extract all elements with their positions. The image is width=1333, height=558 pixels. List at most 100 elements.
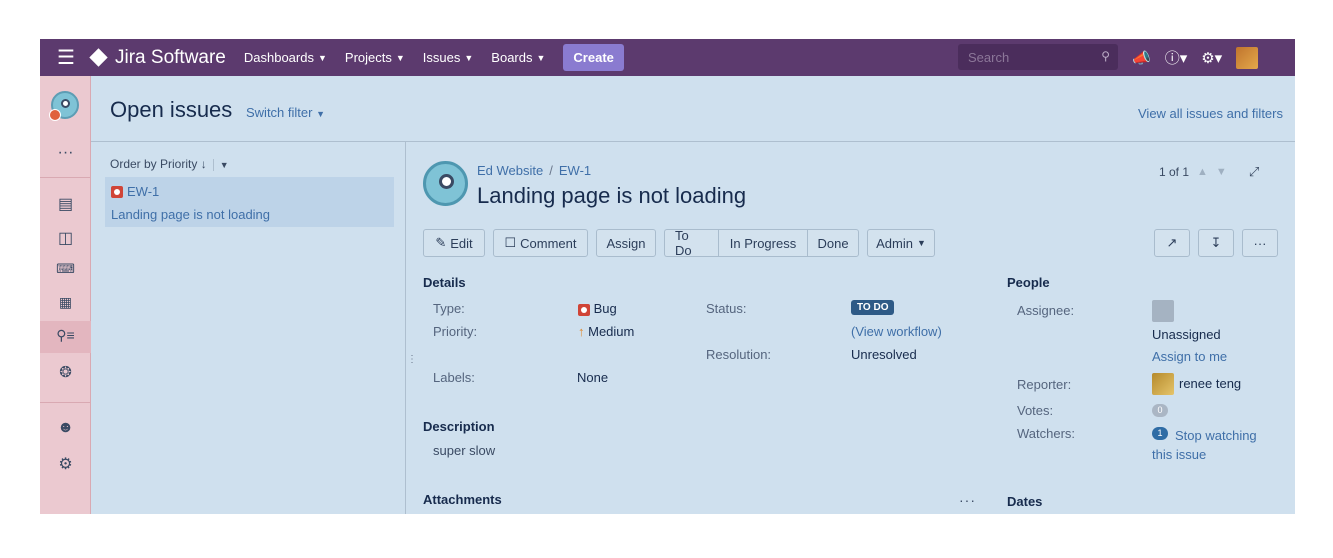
resolution-value: Unresolved bbox=[851, 347, 917, 362]
chevron-down-icon: ▼ bbox=[395, 52, 405, 63]
user-avatar[interactable] bbox=[1236, 46, 1259, 69]
jira-diamond-icon bbox=[89, 48, 108, 67]
project-avatar[interactable] bbox=[49, 91, 79, 121]
drag-handle-icon[interactable]: ⋮ bbox=[407, 354, 417, 365]
admin-dropdown[interactable]: Admin ▼ bbox=[867, 229, 935, 257]
share-icon[interactable]: ↗ bbox=[1154, 229, 1190, 257]
issue-title: Landing page is not loading bbox=[477, 183, 747, 208]
search-placeholder: Search bbox=[968, 50, 1010, 65]
more-actions-icon[interactable]: ··· bbox=[1242, 229, 1278, 257]
project-settings-gear-icon[interactable]: ⚙ bbox=[40, 454, 91, 474]
reporter-label: Reporter: bbox=[1017, 377, 1072, 392]
order-by-control[interactable]: Order by Priority ↓ ▼ bbox=[110, 157, 229, 171]
help-icon[interactable]: ⓘ▾ bbox=[1165, 47, 1188, 68]
board-icon[interactable]: ◫ bbox=[40, 228, 91, 248]
issue-pager: 1 of 1 ▲ ▼ ⤢ bbox=[1159, 164, 1259, 180]
reports-icon[interactable]: ▦ bbox=[40, 294, 91, 311]
breadcrumb-separator: / bbox=[549, 163, 553, 178]
backlog-icon[interactable]: ▤ bbox=[40, 194, 91, 214]
attachments-heading: Attachments bbox=[423, 492, 502, 507]
stop-watching-link[interactable]: Stop watching this issue bbox=[1152, 426, 1272, 464]
breadcrumb-project-link[interactable]: Ed Website bbox=[477, 163, 543, 178]
switch-filter-dropdown[interactable]: Switch filter ▼ bbox=[246, 105, 325, 120]
releases-icon[interactable]: ⌨ bbox=[40, 261, 91, 277]
in-progress-button[interactable]: In Progress bbox=[718, 229, 807, 257]
project-avatar-eye-icon bbox=[61, 99, 70, 108]
avatar-eye-icon bbox=[439, 174, 454, 189]
header-divider bbox=[91, 141, 1295, 142]
type-label: Type: bbox=[433, 301, 465, 316]
next-arrow-icon[interactable]: ▼ bbox=[1216, 166, 1227, 178]
reporter-value[interactable]: renee teng bbox=[1179, 376, 1241, 391]
issues-search-icon[interactable]: ⚲≡ bbox=[40, 327, 91, 344]
description-heading: Description bbox=[423, 419, 495, 434]
done-button[interactable]: Done bbox=[807, 229, 859, 257]
bug-icon bbox=[578, 303, 590, 316]
nav-boards[interactable]: Boards ▼ bbox=[491, 50, 545, 65]
pencil-icon: ✎ bbox=[435, 235, 447, 250]
add-people-icon[interactable]: ☻ bbox=[40, 419, 91, 437]
nav-dashboards[interactable]: Dashboards ▼ bbox=[244, 50, 327, 65]
issue-key: EW-1 bbox=[127, 184, 160, 200]
panel-splitter[interactable] bbox=[405, 142, 406, 514]
bug-icon bbox=[111, 185, 123, 198]
arrow-down-icon: ↓ bbox=[200, 157, 207, 171]
list-item[interactable]: EW-1 Landing page is not loading bbox=[105, 177, 394, 227]
breadcrumb: Ed Website / EW-1 bbox=[477, 163, 591, 178]
search-input[interactable]: Search ⚲ bbox=[958, 44, 1118, 70]
people-heading: People bbox=[1007, 275, 1050, 290]
comment-icon: ☐ bbox=[504, 235, 517, 250]
edit-label: Edit bbox=[450, 235, 473, 251]
project-sidebar: ··· ▤ ◫ ⌨ ▦ ⚲≡ ❂ ☻ ⚙ bbox=[40, 76, 91, 514]
nav-issues[interactable]: Issues ▼ bbox=[423, 50, 474, 65]
issue-actions: ↗ ↧ ··· bbox=[1154, 229, 1286, 257]
status-badge: TO DO bbox=[851, 300, 895, 315]
issue-summary: Landing page is not loading bbox=[111, 207, 271, 222]
app-switcher-menu-icon[interactable]: ☰ bbox=[40, 39, 92, 76]
chevron-down-icon: ▼ bbox=[536, 52, 546, 63]
watchers-label: Watchers: bbox=[1017, 426, 1076, 441]
issue-toolbar: ✎ Edit ☐ Comment Assign To Do In Progress … bbox=[423, 228, 943, 258]
workflow-button-group: To Do In Progress Done bbox=[664, 228, 859, 258]
priority-arrow-up-icon: ↑ bbox=[578, 324, 585, 339]
votes-badge[interactable]: 0 bbox=[1152, 404, 1168, 417]
expand-icon[interactable]: ⤢ bbox=[1249, 164, 1259, 180]
assignee-value[interactable]: Unassigned bbox=[1152, 327, 1221, 342]
assign-button[interactable]: Assign bbox=[596, 229, 656, 257]
type-value: Bug bbox=[578, 301, 617, 316]
breadcrumb-issue-link[interactable]: EW-1 bbox=[559, 163, 591, 178]
assign-to-me-link[interactable]: Assign to me bbox=[1152, 349, 1227, 364]
logo-text: Jira Software bbox=[115, 46, 226, 68]
resolution-label: Resolution: bbox=[706, 347, 772, 362]
attachments-more-icon[interactable]: ··· bbox=[959, 492, 976, 508]
nav-projects[interactable]: Projects ▼ bbox=[345, 50, 405, 65]
topbar-icons: 📣 ⓘ▾ ⚙▾ bbox=[1132, 39, 1259, 76]
components-puzzle-icon[interactable]: ❂ bbox=[40, 363, 91, 381]
pager-count: 1 of 1 bbox=[1159, 165, 1190, 179]
search-icon: ⚲ bbox=[1101, 49, 1110, 63]
page-title: Open issues bbox=[110, 97, 233, 122]
top-navigation-bar: ☰ Jira Software Dashboards ▼ Projects ▼ Is… bbox=[40, 39, 1295, 76]
labels-value[interactable]: None bbox=[577, 370, 608, 385]
comment-button[interactable]: ☐ Comment bbox=[493, 229, 588, 257]
todo-button[interactable]: To Do bbox=[664, 228, 718, 258]
nav-dashboards-label: Dashboards bbox=[243, 50, 314, 65]
create-button[interactable]: Create bbox=[563, 44, 624, 71]
feedback-megaphone-icon[interactable]: 📣 bbox=[1132, 49, 1151, 67]
jira-logo[interactable]: Jira Software bbox=[89, 46, 226, 69]
view-workflow-link[interactable]: (View workflow) bbox=[851, 324, 942, 339]
view-all-issues-link[interactable]: View all issues and filters bbox=[1138, 106, 1283, 121]
description-text[interactable]: super slow bbox=[433, 443, 495, 458]
switch-filter-label: Switch filter bbox=[246, 105, 313, 120]
chevron-down-icon[interactable]: ▼ bbox=[220, 160, 229, 170]
edit-button[interactable]: ✎ Edit bbox=[423, 229, 485, 257]
previous-arrow-icon[interactable]: ▲ bbox=[1197, 166, 1208, 178]
chevron-down-icon: ▼ bbox=[464, 52, 474, 63]
settings-gear-icon[interactable]: ⚙▾ bbox=[1201, 49, 1222, 67]
jira-app: ☰ Jira Software Dashboards ▼ Projects ▼ Is… bbox=[40, 39, 1295, 514]
more-dots-icon[interactable]: ··· bbox=[40, 144, 91, 162]
export-icon[interactable]: ↧ bbox=[1198, 229, 1234, 257]
sidebar-divider bbox=[40, 177, 91, 178]
votes-label: Votes: bbox=[1017, 403, 1054, 418]
admin-label: Admin bbox=[876, 235, 913, 251]
